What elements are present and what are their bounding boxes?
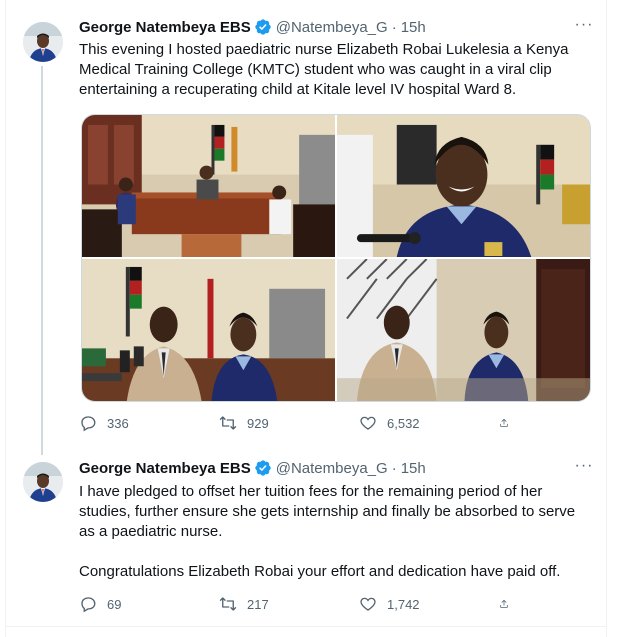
avatar[interactable] bbox=[23, 22, 63, 62]
share-icon bbox=[500, 599, 508, 608]
tweet-actions: 336 929 6,532 bbox=[79, 414, 519, 432]
tweet-actions: 69 217 1,742 bbox=[79, 595, 519, 613]
author-name[interactable]: George Natembeya EBS bbox=[79, 19, 251, 36]
photo-standing-pair[interactable] bbox=[337, 259, 590, 401]
tweet-text-paragraph: This evening I hosted paediatric nurse E… bbox=[79, 41, 569, 98]
retweet-count: 929 bbox=[247, 415, 269, 431]
reply-icon bbox=[81, 416, 96, 432]
verified-badge-icon bbox=[255, 19, 271, 35]
reply-button[interactable]: 336 bbox=[79, 414, 189, 432]
share-button[interactable] bbox=[499, 414, 519, 432]
retweet-count: 217 bbox=[247, 596, 269, 612]
like-button[interactable]: 6,532 bbox=[359, 414, 469, 432]
photo-office-meeting[interactable] bbox=[82, 115, 335, 257]
timestamp[interactable]: 15h bbox=[401, 19, 426, 36]
photo-student-smiling[interactable] bbox=[337, 115, 590, 257]
author-handle[interactable]: @Natembeya_G bbox=[276, 19, 388, 36]
more-icon[interactable]: ··· bbox=[573, 458, 595, 481]
tweet-header: George Natembeya EBS @Natembeya_G · 15h bbox=[79, 458, 426, 478]
author-handle[interactable]: @Natembeya_G bbox=[276, 460, 388, 477]
separator-dot: · bbox=[391, 18, 397, 36]
photo-interview[interactable] bbox=[82, 259, 335, 401]
reply-icon bbox=[81, 597, 96, 613]
tweet-header: George Natembeya EBS @Natembeya_G · 15h bbox=[79, 17, 426, 37]
avatar[interactable] bbox=[23, 462, 63, 502]
heart-icon bbox=[360, 597, 376, 611]
reply-count: 69 bbox=[107, 596, 122, 612]
share-button[interactable] bbox=[499, 595, 519, 613]
timestamp[interactable]: 15h bbox=[401, 460, 426, 477]
tweet-text-paragraph: I have pledged to offset her tuition fee… bbox=[79, 483, 576, 540]
separator-dot: · bbox=[391, 459, 397, 477]
tweet-text: This evening I hosted paediatric nurse E… bbox=[79, 40, 591, 100]
retweet-button[interactable]: 929 bbox=[219, 414, 329, 432]
reply-button[interactable]: 69 bbox=[79, 595, 189, 613]
thread-line bbox=[41, 66, 43, 455]
reply-count: 336 bbox=[107, 415, 129, 431]
tweet[interactable]: George Natembeya EBS @Natembeya_G · 15h … bbox=[5, 0, 607, 455]
like-button[interactable]: 1,742 bbox=[359, 595, 469, 613]
like-count: 1,742 bbox=[387, 596, 420, 612]
retweet-button[interactable]: 217 bbox=[219, 595, 329, 613]
more-icon[interactable]: ··· bbox=[573, 17, 595, 40]
verified-badge-icon bbox=[255, 460, 271, 476]
share-icon bbox=[500, 418, 508, 427]
media-grid bbox=[81, 114, 591, 402]
author-name[interactable]: George Natembeya EBS bbox=[79, 460, 251, 477]
tweet-text-paragraph: Congratulations Elizabeth Robai your eff… bbox=[79, 563, 561, 580]
retweet-icon bbox=[219, 597, 237, 611]
like-count: 6,532 bbox=[387, 415, 420, 431]
tweet[interactable]: George Natembeya EBS @Natembeya_G · 15h … bbox=[5, 450, 607, 627]
tweet-text: I have pledged to offset her tuition fee… bbox=[79, 482, 591, 582]
heart-icon bbox=[360, 416, 376, 430]
retweet-icon bbox=[219, 416, 237, 430]
